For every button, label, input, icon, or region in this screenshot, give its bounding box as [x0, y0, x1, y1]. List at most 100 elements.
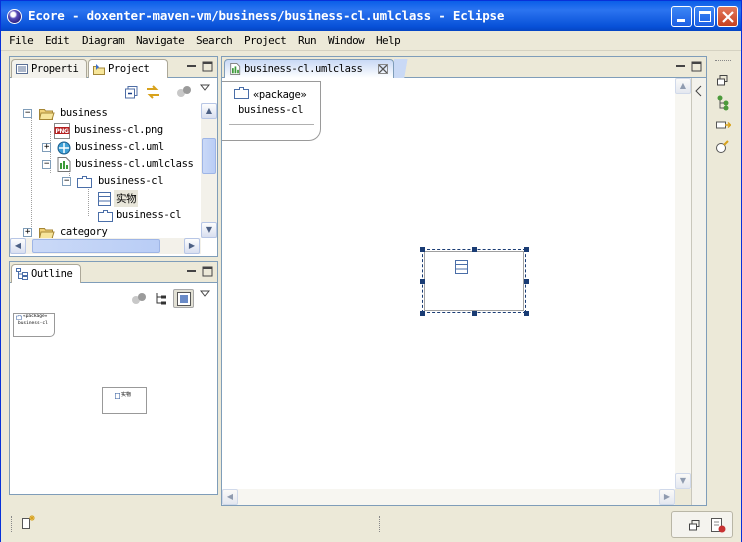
- minimize-button[interactable]: [671, 6, 692, 27]
- overview-icon: [177, 292, 191, 306]
- menu-run[interactable]: Run: [298, 34, 317, 47]
- resize-handle-n[interactable]: [472, 247, 477, 252]
- collapse-all-icon[interactable]: [125, 86, 138, 99]
- resize-handle-ne[interactable]: [524, 247, 529, 252]
- expand-toggle[interactable]: +: [23, 228, 32, 237]
- menu-search[interactable]: Search: [196, 34, 233, 47]
- outline-icon: [16, 268, 28, 280]
- scroll-left-button[interactable]: ◀: [10, 238, 26, 254]
- class-icon: [115, 393, 120, 399]
- scroll-thumb[interactable]: [32, 239, 160, 253]
- resize-handle-se[interactable]: [524, 311, 529, 316]
- title-bar[interactable]: Ecore - doxenter-maven-vm/business/busin…: [1, 1, 741, 31]
- resize-handle-w[interactable]: [420, 279, 425, 284]
- restore-perspective-icon[interactable]: [689, 520, 700, 531]
- palette-strip[interactable]: [691, 78, 706, 505]
- scroll-down-button[interactable]: ▼: [675, 473, 691, 489]
- scroll-left-button[interactable]: ◀: [222, 489, 238, 505]
- package-icon: [16, 315, 22, 320]
- class-element-selected[interactable]: [420, 247, 529, 316]
- close-button[interactable]: [717, 6, 738, 27]
- scroll-up-button[interactable]: ▲: [675, 78, 691, 94]
- tab-outline-label: Outline: [31, 268, 73, 280]
- resize-handle-e[interactable]: [524, 279, 529, 284]
- maximize-view-icon[interactable]: [202, 266, 213, 277]
- status-bar: [1, 508, 741, 542]
- tab-curve: [394, 59, 424, 79]
- tree-item-label: category: [60, 226, 108, 238]
- project-icon: [93, 64, 105, 75]
- minimize-editor-icon[interactable]: [675, 61, 686, 72]
- menu-edit[interactable]: Edit: [45, 34, 70, 47]
- maximize-icon: [699, 11, 711, 22]
- tab-outline[interactable]: Outline: [11, 264, 81, 283]
- console-view-icon[interactable]: [716, 119, 731, 131]
- maximize-view-icon[interactable]: [202, 61, 213, 72]
- diagram-canvas[interactable]: «package» business-cl: [222, 78, 690, 489]
- tree-vertical-scrollbar[interactable]: ▲ ▼: [201, 103, 217, 238]
- package-stereotype: «package»: [253, 89, 307, 101]
- properties-icon: [16, 64, 28, 74]
- minimize-view-icon[interactable]: [186, 266, 197, 277]
- hierarchy-view-icon[interactable]: [716, 95, 730, 111]
- menu-file[interactable]: File: [9, 34, 34, 47]
- project-explorer-panel: Properti Project − business PNG business…: [9, 56, 218, 257]
- menu-window[interactable]: Window: [328, 34, 365, 47]
- scroll-up-button[interactable]: ▲: [201, 103, 217, 119]
- outline-package-thumbnail[interactable]: «package» business-cl: [13, 313, 55, 337]
- view-menu-icon[interactable]: [200, 290, 210, 298]
- outline-class-thumbnail[interactable]: 实物: [102, 387, 147, 414]
- scroll-right-button[interactable]: ▶: [184, 238, 200, 254]
- scroll-down-button[interactable]: ▼: [201, 222, 217, 238]
- filter-icon[interactable]: [131, 292, 147, 306]
- status-separator: [379, 516, 380, 532]
- eclipse-app-icon: [7, 9, 22, 24]
- resize-handle-sw[interactable]: [420, 311, 425, 316]
- tab-properties[interactable]: Properti: [11, 59, 87, 78]
- tree-item-label: business-cl.uml: [75, 141, 164, 153]
- editor-vertical-scrollbar[interactable]: ▲ ▼: [675, 78, 691, 489]
- scroll-thumb[interactable]: [202, 138, 216, 174]
- restore-icon[interactable]: [717, 75, 728, 86]
- tree-horizontal-scrollbar[interactable]: ◀ ▶: [10, 238, 201, 254]
- fast-view-icon[interactable]: [21, 514, 37, 530]
- filter-icon[interactable]: [176, 85, 192, 99]
- menu-bar: File Edit Diagram Navigate Search Projec…: [1, 31, 741, 51]
- right-trim-toolbar: [711, 56, 735, 161]
- minimize-view-icon[interactable]: [186, 61, 197, 72]
- mini-package-name: business-cl: [18, 321, 48, 326]
- menu-navigate[interactable]: Navigate: [136, 34, 185, 47]
- package-name: business-cl: [238, 104, 304, 116]
- tab-project[interactable]: Project: [88, 59, 168, 78]
- project-explorer-tabs: Properti Project: [10, 57, 217, 78]
- collapse-toggle[interactable]: −: [23, 109, 32, 118]
- editor-horizontal-scrollbar[interactable]: ◀ ▶: [222, 489, 675, 505]
- window-title: Ecore - doxenter-maven-vm/business/busin…: [28, 8, 505, 23]
- tab-business-cl-umlclass[interactable]: business-cl.umlclass: [224, 59, 394, 78]
- resize-handle-s[interactable]: [472, 311, 477, 316]
- menu-help[interactable]: Help: [376, 34, 401, 47]
- palette-expand-icon[interactable]: [695, 85, 703, 97]
- tree-item-label: 实物: [114, 190, 139, 207]
- maximize-button[interactable]: [694, 6, 715, 27]
- umlclass-diagram-icon: [230, 63, 241, 75]
- png-file-icon: PNG: [54, 123, 70, 139]
- maximize-editor-icon[interactable]: [691, 61, 702, 72]
- search-view-icon[interactable]: [715, 139, 731, 155]
- overview-toggle-button[interactable]: [173, 289, 194, 308]
- menu-project[interactable]: Project: [244, 34, 287, 47]
- menu-diagram[interactable]: Diagram: [82, 34, 125, 47]
- package-element[interactable]: «package» business-cl: [222, 81, 321, 141]
- link-with-editor-icon[interactable]: [145, 84, 161, 100]
- expand-toggle[interactable]: +: [42, 143, 51, 152]
- collapse-toggle[interactable]: −: [42, 160, 51, 169]
- collapse-toggle[interactable]: −: [62, 177, 71, 186]
- scroll-right-button[interactable]: ▶: [659, 489, 675, 505]
- resize-handle-nw[interactable]: [420, 247, 425, 252]
- umlclass-diagram-icon: [57, 157, 71, 172]
- close-icon: [722, 11, 734, 23]
- tree-outline-icon[interactable]: [155, 292, 168, 305]
- ecore-perspective-icon[interactable]: [710, 517, 727, 534]
- view-menu-icon[interactable]: [200, 84, 210, 92]
- close-tab-icon[interactable]: [378, 64, 388, 74]
